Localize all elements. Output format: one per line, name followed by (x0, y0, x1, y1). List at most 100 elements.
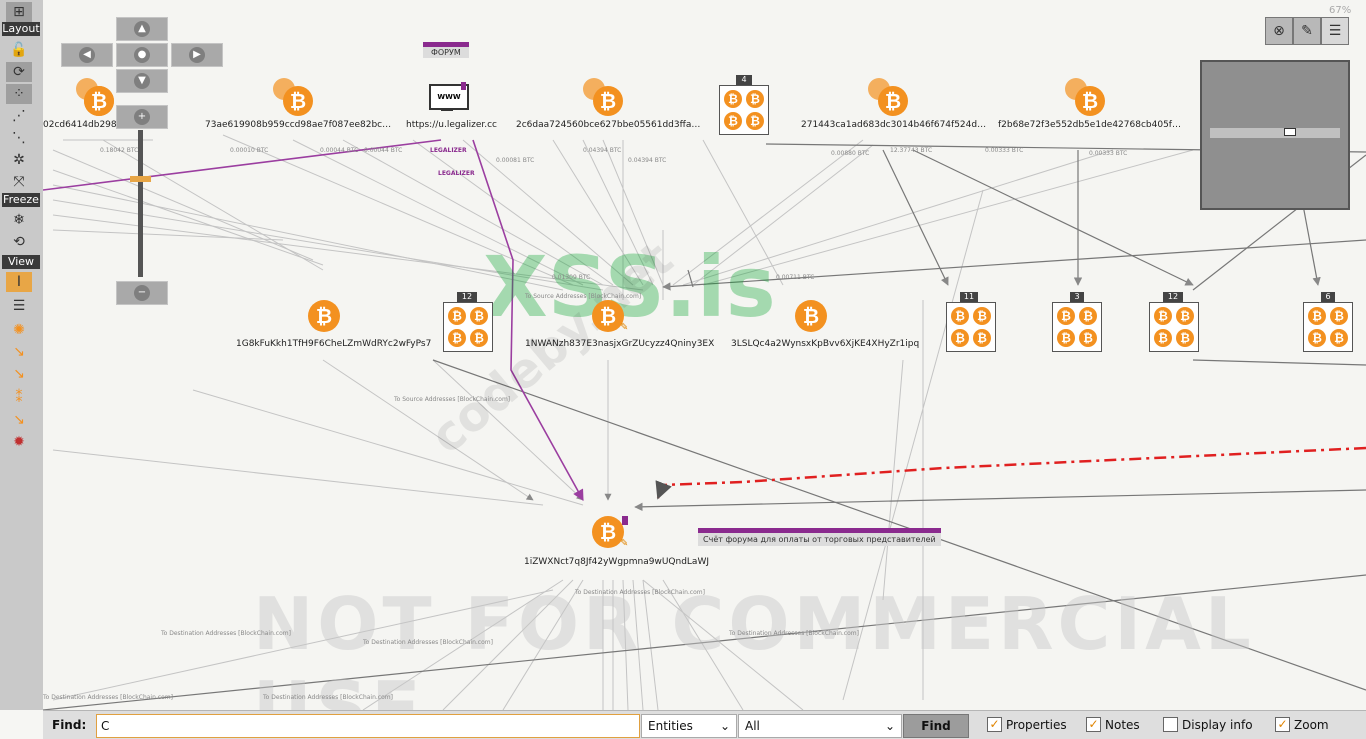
node-label: 1G8kFuKkh1TfH9F6CheLZmWdRYc2wFyPs7 (236, 339, 432, 349)
website-node[interactable]: WWW (429, 82, 469, 112)
notes-checkbox[interactable]: ✓ (1086, 717, 1101, 732)
bitcoin-icon: ₿ (470, 329, 488, 347)
bitcoin-icon: ₿ (448, 307, 466, 325)
bitcoin-group-node[interactable]: ₿ ₿ ₿ ₿ (946, 302, 996, 352)
properties-checkbox[interactable]: ✓ (987, 717, 1002, 732)
lock-icon[interactable]: 🔓 (6, 40, 32, 60)
pan-center-button[interactable]: ● (116, 43, 168, 67)
all-select[interactable]: All ⌄ (738, 714, 902, 738)
bitcoin-icon: ₿ (308, 300, 340, 332)
node-label: 271443ca1ad683dc3014b46f674f524d… (801, 120, 987, 130)
bitcoin-icon: ₿ (1154, 329, 1172, 347)
node-label: 1iZWXNct7q8Jf42yWgpmna9wUQndLaWJ (524, 557, 710, 567)
bitcoin-icon: ₿ (1308, 307, 1326, 325)
zoom-in-button[interactable]: + (116, 105, 168, 129)
bitcoin-icon: ₿ (795, 300, 827, 332)
find-bar: Find: C Entities ⌄ All ⌄ Find ✓ Properti… (43, 710, 1366, 739)
node-label: 1NWANzh837E3nasjxGrZUcyzz4Qniny3EX (525, 339, 715, 349)
display-info-checkbox[interactable] (1163, 717, 1178, 732)
pan-right-button[interactable]: ▶ (171, 43, 223, 67)
plus-icon: + (134, 109, 150, 125)
entity-path-icon[interactable]: ↘ (6, 410, 32, 430)
bitcoin-icon: ₿ (724, 112, 742, 130)
edge-label: 0.01309 BTC (552, 274, 591, 281)
eyedropper-icon: ✎ (1301, 23, 1313, 39)
zoom-level: 67% (1329, 5, 1352, 16)
arrow-down-icon: ▼ (134, 73, 150, 89)
bitcoin-group-node[interactable]: ₿ ₿ ₿ ₿ (719, 85, 769, 135)
left-toolbar: ⊞ Layout 🔓 ⟳ ⁘ ⋰ ⋱ ✲ ⤧ Freeze ❄ ⟲ View Ⅰ… (0, 0, 44, 710)
pin-icon: ✎ (620, 322, 629, 333)
find-input[interactable]: C (96, 714, 640, 738)
watermark-commercial: NOT FOR COMMERCIAL USE (253, 582, 1255, 710)
freeze-icon[interactable]: ❄ (6, 210, 32, 230)
bitcoin-icon: ₿ (724, 90, 742, 108)
node-label: 3LSLQc4a2WynsxKpBvv6XjKE4XHyZr1ipq (731, 339, 920, 349)
bitcoin-icon: ₿ (746, 90, 764, 108)
view-mode-icon[interactable]: Ⅰ (6, 272, 32, 292)
bitcoin-icon: ₿ (283, 86, 313, 116)
zoom-slider-handle[interactable] (130, 176, 151, 182)
edge-label: 0.00081 BTC (496, 157, 535, 164)
arrow-left-icon: ◀ (79, 47, 95, 63)
note-flag-icon (622, 516, 628, 525)
organic-layout-icon[interactable]: ⁘ (6, 84, 32, 104)
entity-link-icon[interactable]: ↘ (6, 342, 32, 362)
edge-label: To Destination Addresses [BlockChain.com… (43, 694, 173, 701)
list-view-icon[interactable]: ☰ (6, 296, 32, 316)
bitcoin-group-node[interactable]: ₿ ₿ ₿ ₿ (1149, 302, 1199, 352)
pan-up-button[interactable]: ▲ (116, 17, 168, 41)
node-label: f2b68e72f3e552db5e1de42768cb405f… (998, 120, 1181, 130)
edge-label: 12.37743 BTC (890, 147, 933, 154)
zoom-checkbox[interactable]: ✓ (1275, 717, 1290, 732)
pan-down-button[interactable]: ▼ (116, 69, 168, 93)
overview-toggle-button[interactable]: ⊗ (1265, 17, 1293, 45)
entities-select[interactable]: Entities ⌄ (641, 714, 737, 738)
zoom-out-button[interactable]: − (116, 281, 168, 305)
hierarchy-layout-icon[interactable]: ⋰ (6, 106, 32, 126)
circular-layout-icon[interactable]: ⟳ (6, 62, 32, 82)
zoom-slider-track[interactable] (138, 130, 143, 277)
expand-icon[interactable]: ⊞ (6, 2, 32, 22)
find-button[interactable]: Find (903, 714, 969, 738)
bitcoin-icon: ₿ (1176, 329, 1194, 347)
notes-label: Notes (1105, 718, 1140, 732)
properties-label: Properties (1006, 718, 1067, 732)
settings-list-button[interactable]: ☰ (1321, 17, 1349, 45)
bitcoin-group-node[interactable]: ₿ ₿ ₿ ₿ (443, 302, 493, 352)
graph-overview[interactable] (1200, 60, 1350, 210)
arrow-right-icon: ▶ (189, 47, 205, 63)
target-note[interactable]: Счёт форума для оплаты от торговых предс… (698, 528, 941, 546)
node-label: 73ae619908b959ccd98ae7f087ee82bc… (205, 120, 392, 130)
bitcoin-icon: ₿ (1075, 86, 1105, 116)
bitcoin-group-node[interactable]: ₿ ₿ ₿ ₿ (1303, 302, 1353, 352)
display-info-label: Display info (1182, 718, 1253, 732)
edge-label: 0.04394 BTC (583, 147, 622, 154)
overview-viewport[interactable] (1284, 128, 1296, 136)
bitcoin-icon: ₿ (1308, 329, 1326, 347)
tree-layout-icon[interactable]: ⋱ (6, 128, 32, 148)
pan-left-button[interactable]: ◀ (61, 43, 113, 67)
bitcoin-icon: ₿ (84, 86, 114, 116)
bitcoin-group-node[interactable]: ₿ ₿ ₿ ₿ (1052, 302, 1102, 352)
freeze-label: Freeze (2, 193, 40, 207)
bitcoin-icon: ₿ (746, 112, 764, 130)
edge-label: 0.00880 BTC (831, 150, 870, 157)
entity-select-icon[interactable]: ↘ (6, 364, 32, 384)
refresh-icon[interactable]: ⟲ (6, 232, 32, 252)
radial-layout-icon[interactable]: ✲ (6, 150, 32, 170)
bitcoin-icon: ₿ (1079, 307, 1097, 325)
forum-note[interactable]: ФОРУМ (423, 42, 469, 58)
graph-canvas[interactable]: XSS.is codeby.net NOT FOR COMMERCIAL USE… (43, 0, 1366, 710)
entity-remove-icon[interactable]: ✹ (6, 432, 32, 452)
edge-label: 0.00044 BTC (364, 147, 403, 154)
spread-layout-icon[interactable]: ⤧ (6, 172, 32, 192)
edge-label: LEGALIZER (430, 147, 467, 154)
edge-label: To Destination Addresses [BlockChain.com… (263, 694, 393, 701)
edge-label: LEGALIZER (438, 170, 475, 177)
color-picker-button[interactable]: ✎ (1293, 17, 1321, 45)
bitcoin-icon: ₿ (593, 86, 623, 116)
entity-merge-icon[interactable]: ⁑ (6, 388, 32, 408)
entity-add-icon[interactable]: ✺ (6, 320, 32, 340)
edge-label: 0.04394 BTC (628, 157, 667, 164)
